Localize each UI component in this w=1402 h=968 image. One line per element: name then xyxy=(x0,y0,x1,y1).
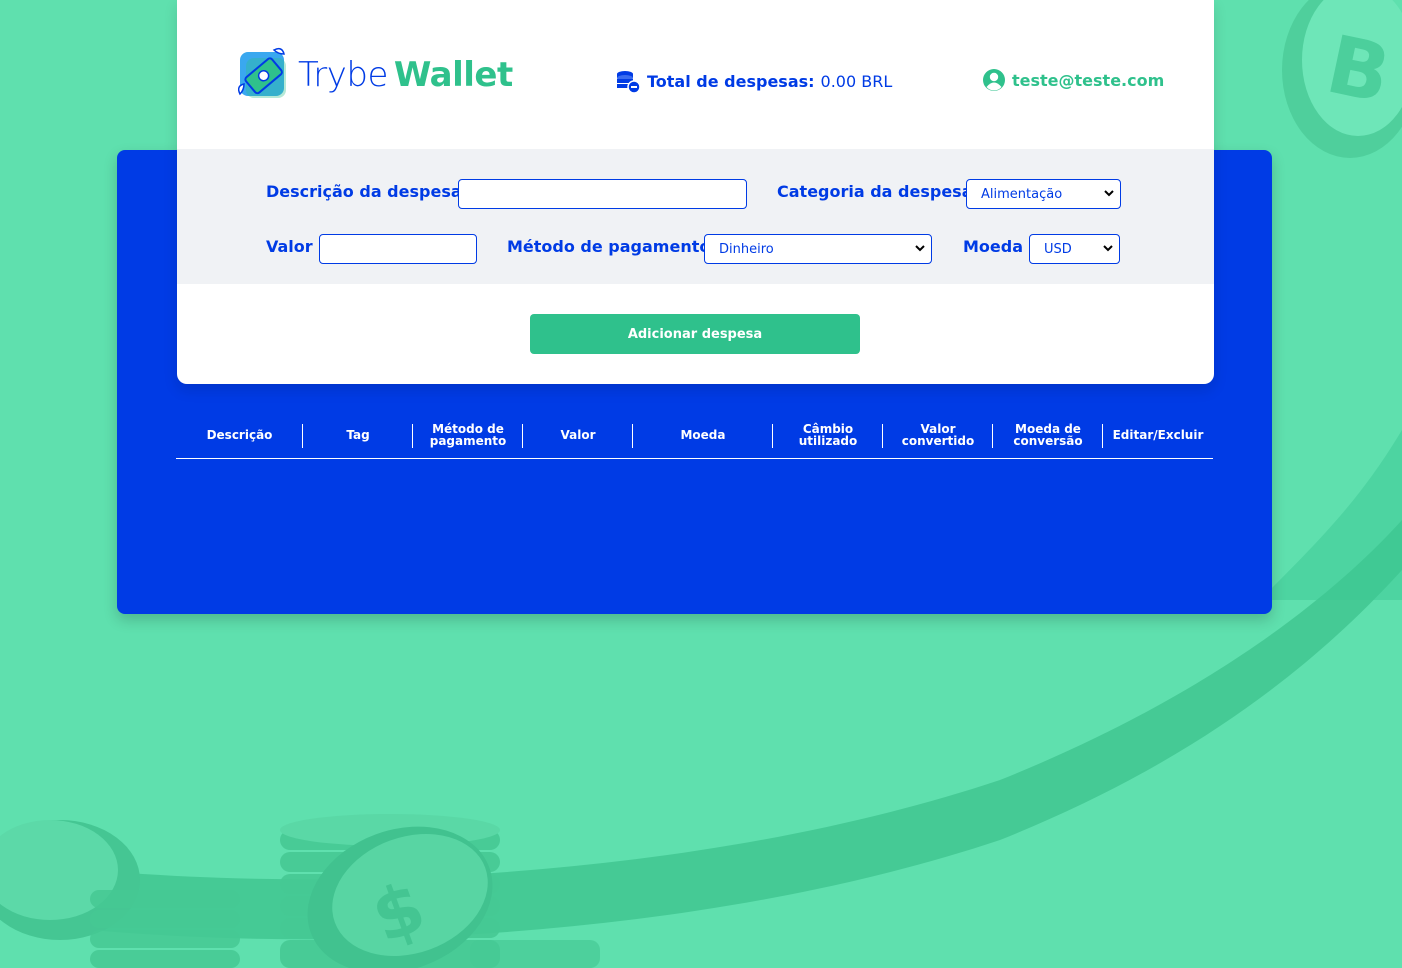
payment-method-select[interactable]: Dinheiro xyxy=(704,234,932,264)
currency-label: Moeda xyxy=(963,237,1024,256)
column-header-converted-value: Valor convertido xyxy=(883,420,993,450)
total-currency: BRL xyxy=(861,71,893,91)
expense-form: Descrição da despesa Categoria da despes… xyxy=(177,149,1214,284)
column-header-conversion-currency: Moeda de conversão xyxy=(993,420,1103,450)
column-header-tag: Tag xyxy=(303,420,413,450)
expenses-table-header: Descrição Tag Método de pagamento Valor … xyxy=(176,414,1213,459)
coins-icon xyxy=(617,71,641,94)
category-selected: Alimentação xyxy=(981,186,1063,202)
value-label: Valor xyxy=(266,237,313,256)
chevron-down-icon xyxy=(1103,245,1113,252)
description-label: Descrição da despesa xyxy=(266,182,462,201)
total-expenses: Total de despesas: 0.00 BRL xyxy=(615,68,892,94)
total-amount: 0.00 BRL xyxy=(821,72,893,91)
value-input[interactable] xyxy=(319,234,477,264)
brand-name-trybe: Trybe xyxy=(298,55,388,95)
app-header: Trybe Wallet Total de despesas: 0.00 BRL xyxy=(177,0,1214,149)
total-value: 0.00 xyxy=(820,71,857,91)
column-header-payment-method: Método de pagamento xyxy=(413,420,523,450)
wallet-logo-icon xyxy=(237,47,286,98)
total-label: Total de despesas: xyxy=(647,71,815,91)
column-header-value: Valor xyxy=(523,420,633,450)
column-header-exchange-rate: Câmbio utilizado xyxy=(773,420,883,450)
column-header-currency: Moeda xyxy=(633,420,773,450)
category-select[interactable]: Alimentação xyxy=(966,179,1121,209)
user-icon xyxy=(983,69,1005,91)
logo: Trybe Wallet xyxy=(234,44,513,102)
chevron-down-icon xyxy=(915,245,925,252)
user-info: teste@teste.com xyxy=(982,68,1164,92)
payment-method-label: Método de pagamento xyxy=(507,237,711,256)
currency-selected: USD xyxy=(1044,241,1072,257)
column-header-description: Descrição xyxy=(176,420,303,450)
column-header-edit-delete: Editar/Excluir xyxy=(1112,428,1204,442)
user-email: teste@teste.com xyxy=(1012,70,1165,90)
brand-name-wallet: Wallet xyxy=(393,55,513,95)
payment-method-selected: Dinheiro xyxy=(719,241,774,257)
currency-select[interactable]: USD xyxy=(1029,234,1120,264)
chevron-down-icon xyxy=(1104,190,1114,197)
add-expense-button[interactable]: Adicionar despesa xyxy=(530,314,860,354)
category-label: Categoria da despesa xyxy=(777,182,973,201)
header-card: Trybe Wallet Total de despesas: 0.00 BRL xyxy=(177,0,1214,384)
description-input[interactable] xyxy=(458,179,747,209)
